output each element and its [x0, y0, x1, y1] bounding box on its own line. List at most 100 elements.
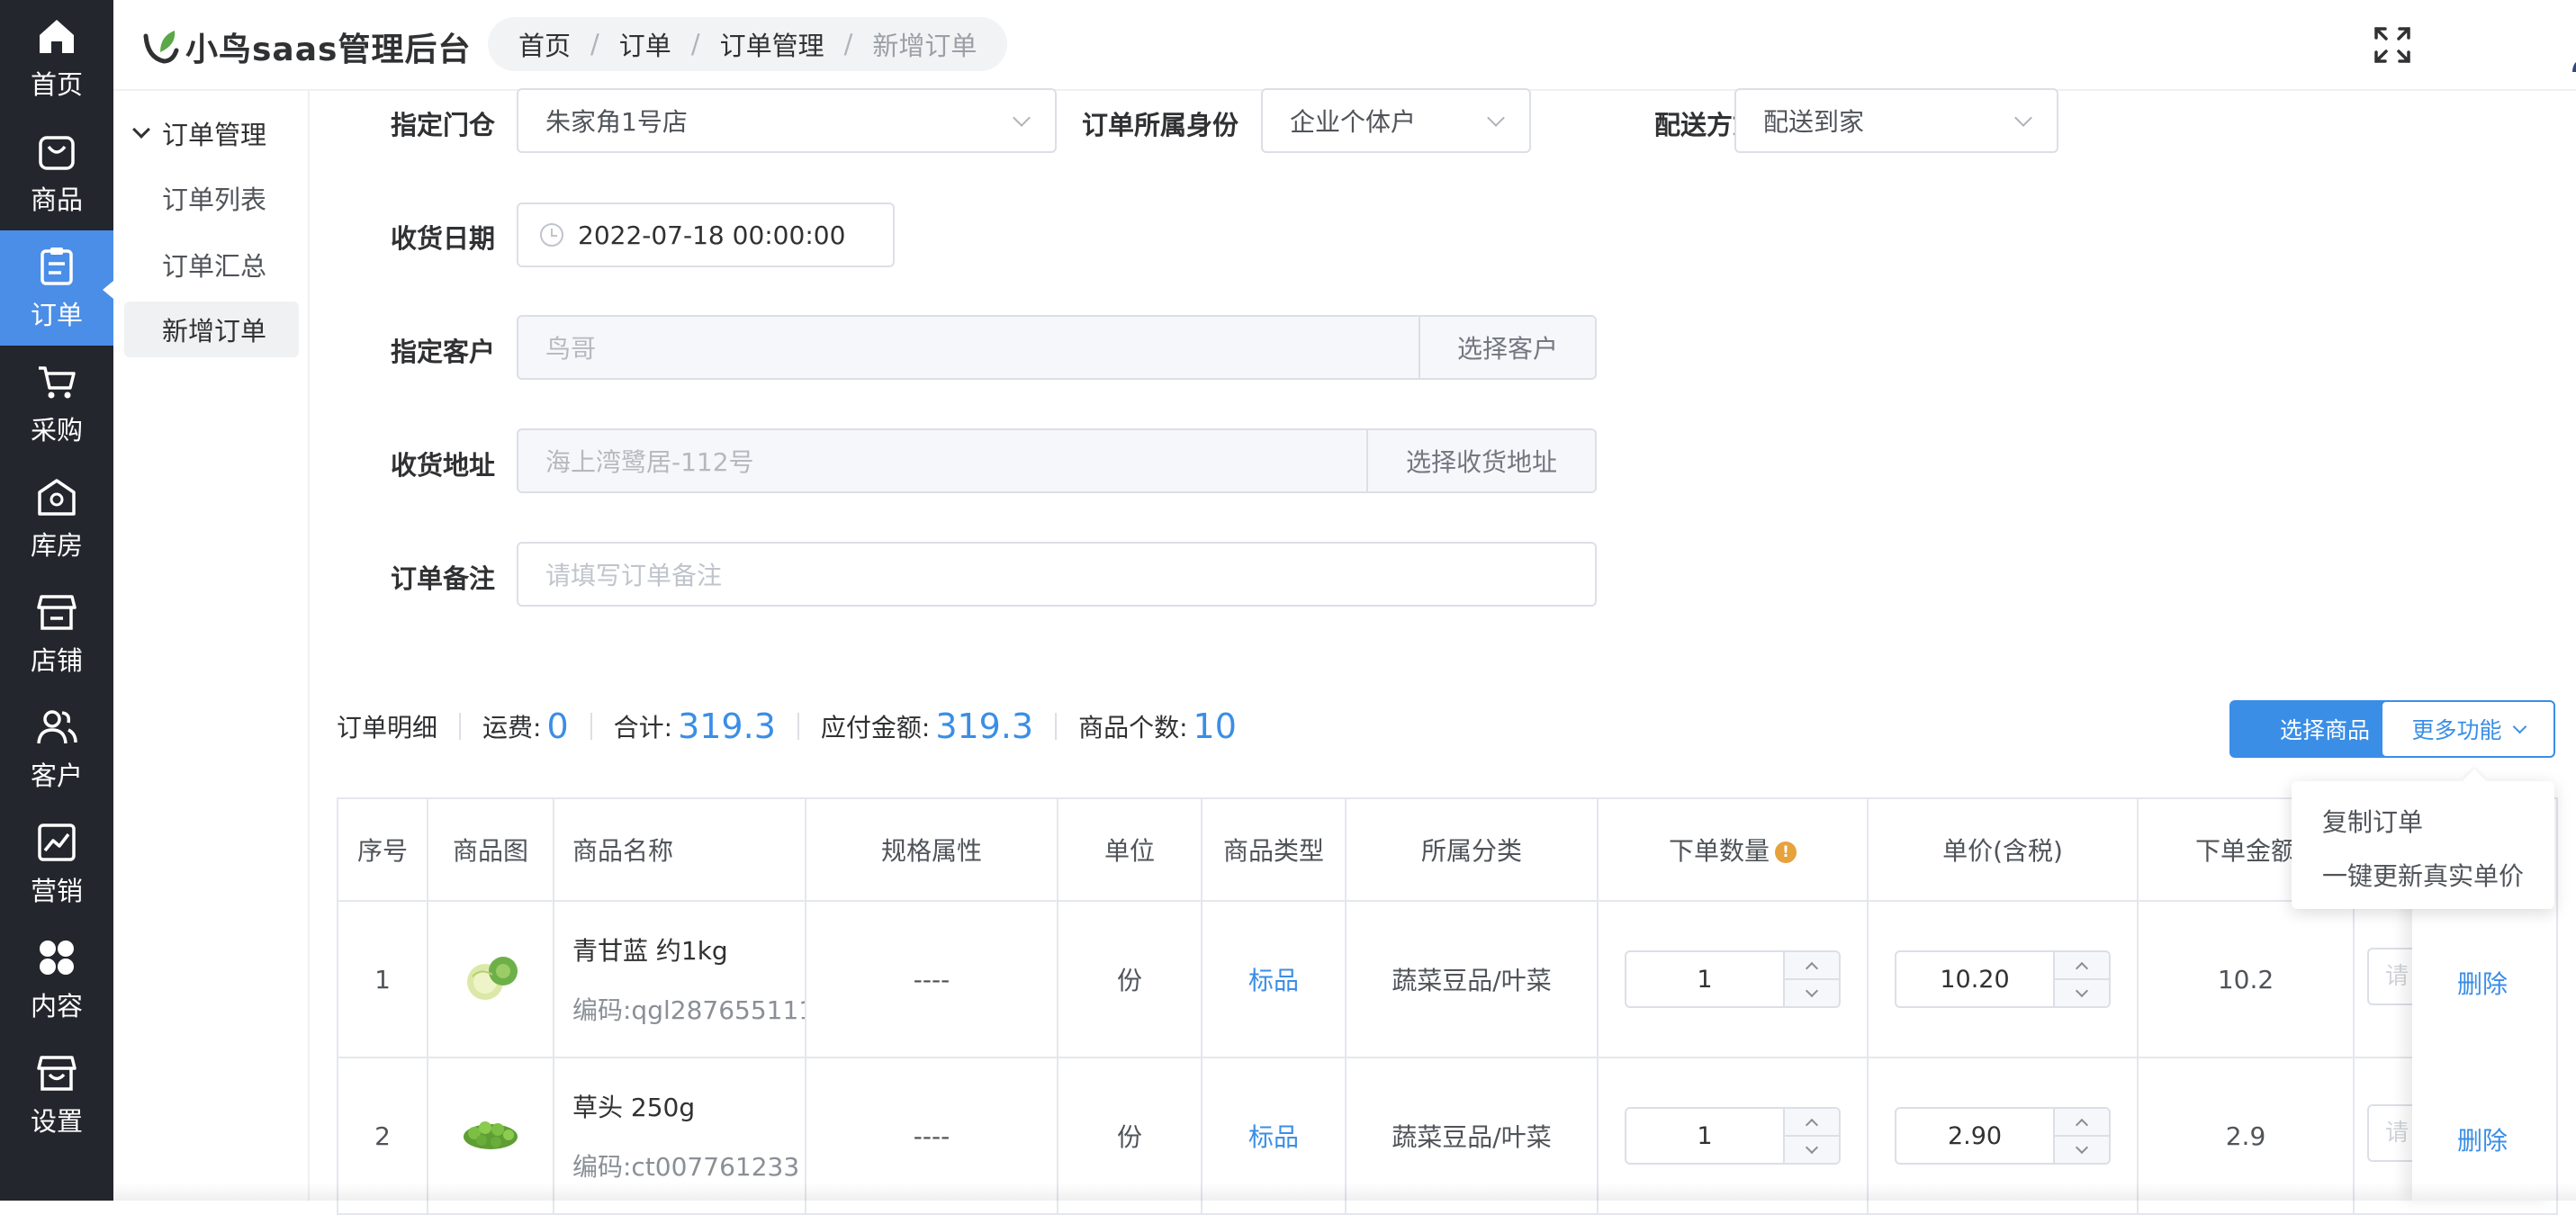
warning-icon[interactable]: !	[1775, 842, 1797, 863]
nav-label: 订单	[30, 300, 83, 330]
increase-button[interactable]	[1785, 952, 1839, 980]
breadcrumb-item[interactable]: 首页	[518, 25, 571, 63]
chevron-up-icon	[2075, 1118, 2089, 1131]
identity-select[interactable]: 企业个体户	[1261, 88, 1531, 153]
left-nav: 首页 商品 订单 采购 库房 店铺 客户 营销 内容 设置	[0, 0, 113, 1201]
warehouse-select[interactable]: 朱家角1号店	[517, 88, 1057, 153]
breadcrumb-item[interactable]: 订单管理	[720, 25, 824, 63]
quantity-value[interactable]: 1	[1626, 1109, 1783, 1163]
price-value[interactable]: 10.20	[1896, 952, 2053, 1006]
decrease-button[interactable]	[2055, 1137, 2109, 1163]
user-avatar[interactable]	[2565, 23, 2576, 74]
count-label: 商品个数:	[1078, 713, 1188, 742]
product-name: 草头 250g	[572, 1093, 696, 1122]
column-header: 商品名称	[553, 797, 806, 902]
price-cell: 10.20	[1867, 900, 2139, 1058]
chevron-up-icon	[2075, 961, 2089, 975]
nav-item-order[interactable]: 订单	[0, 230, 113, 346]
count-value: 10	[1193, 706, 1237, 746]
submenu-title[interactable]: 订单管理	[132, 114, 266, 152]
nav-label: 首页	[30, 69, 83, 100]
row-index: 1	[337, 900, 428, 1058]
nav-item-purchase[interactable]: 采购	[0, 346, 113, 461]
stepper-buttons	[2053, 952, 2109, 1006]
column-header: 序号	[337, 797, 428, 902]
select-customer-button[interactable]: 选择客户	[1419, 317, 1595, 378]
nav-label: 采购	[30, 415, 83, 446]
select-address-button[interactable]: 选择收货地址	[1366, 430, 1595, 491]
submenu-item-new-order[interactable]: 新增订单	[124, 302, 299, 357]
breadcrumb-item[interactable]: 订单	[619, 25, 671, 63]
store-icon	[37, 595, 77, 630]
product-type-link[interactable]: 标品	[1248, 966, 1299, 995]
warehouse-label: 指定门仓	[390, 110, 495, 140]
nav-label: 内容	[30, 991, 83, 1022]
more-functions-label: 更多功能	[2411, 717, 2502, 743]
users-icon	[37, 710, 77, 744]
address-input[interactable]: 海上湾鹭居-112号	[518, 430, 1366, 491]
chevron-down-icon	[2075, 984, 2089, 997]
nav-item-customer[interactable]: 客户	[0, 691, 113, 806]
increase-button[interactable]	[2055, 1109, 2109, 1137]
payable-value: 319.3	[935, 706, 1034, 746]
category-cell: 蔬菜豆品/叶菜	[1345, 900, 1599, 1058]
warehouse-icon	[38, 479, 76, 516]
submenu-item-order-list[interactable]: 订单列表	[124, 170, 299, 226]
price-stepper[interactable]: 2.90	[1895, 1107, 2111, 1165]
quantity-stepper[interactable]: 1	[1625, 1107, 1841, 1165]
product-name-cell: 青甘蓝 约1kg 编码:qgl2876551111	[553, 900, 806, 1058]
nav-item-goods[interactable]: 商品	[0, 115, 113, 230]
price-stepper[interactable]: 10.20	[1895, 950, 2111, 1008]
app-logo[interactable]: 小鸟saas管理后台	[140, 23, 471, 70]
column-header-label: 下单数量	[1668, 836, 1770, 866]
delivery-select[interactable]: 配送到家	[1734, 88, 2058, 153]
nav-item-warehouse[interactable]: 库房	[0, 461, 113, 576]
nav-item-settings[interactable]: 设置	[0, 1037, 113, 1152]
product-type-link[interactable]: 标品	[1248, 1122, 1299, 1152]
nav-item-marketing[interactable]: 营销	[0, 806, 113, 922]
chevron-down-icon	[1805, 1140, 1819, 1154]
chevron-up-icon	[1805, 961, 1819, 975]
submenu-item-order-summary[interactable]: 订单汇总	[124, 237, 299, 292]
apps-icon	[40, 940, 74, 975]
nav-item-store[interactable]: 店铺	[0, 576, 113, 691]
identity-select-value: 企业个体户	[1290, 107, 1417, 137]
remark-label: 订单备注	[390, 563, 495, 594]
payable-label: 应付金额:	[820, 713, 931, 742]
breadcrumb-current: 新增订单	[872, 31, 977, 61]
settings-store-icon	[37, 1056, 77, 1091]
breadcrumb-separator: /	[843, 29, 853, 59]
more-functions-button[interactable]: 更多功能	[2381, 700, 2555, 758]
nav-item-home[interactable]: 首页	[0, 0, 113, 115]
fullscreen-icon[interactable]	[2373, 25, 2412, 65]
chevron-down-icon	[132, 121, 150, 139]
amount-cell: 10.2	[2137, 900, 2355, 1058]
price-value[interactable]: 2.90	[1896, 1109, 2053, 1163]
quantity-stepper[interactable]: 1	[1625, 950, 1841, 1008]
bird-logo-icon	[143, 31, 179, 64]
app-title: 小鸟saas管理后台	[185, 32, 472, 68]
column-header: 所属分类	[1345, 797, 1599, 902]
increase-button[interactable]	[2055, 952, 2109, 980]
order-items-table: 序号 商品图 商品名称 规格属性 单位 商品类型 所属分类 下单数量! 单价(含…	[337, 797, 2558, 1215]
order-detail-title: 订单明细	[337, 713, 438, 742]
delete-link[interactable]: 删除	[2457, 1121, 2508, 1157]
copy-order-menu-item[interactable]: 复制订单	[2292, 794, 2554, 848]
nav-item-content[interactable]: 内容	[0, 922, 113, 1037]
warehouse-select-value: 朱家角1号店	[545, 107, 688, 137]
customer-input[interactable]: 鸟哥	[518, 317, 1419, 378]
decrease-button[interactable]	[2055, 980, 2109, 1006]
increase-button[interactable]	[1785, 1109, 1839, 1137]
quantity-value[interactable]: 1	[1626, 952, 1783, 1006]
delete-link[interactable]: 删除	[2457, 965, 2508, 1001]
remark-input[interactable]: 请填写订单备注	[517, 542, 1597, 607]
nav-label: 库房	[30, 530, 83, 561]
update-real-price-menu-item[interactable]: 一键更新真实单价	[2292, 848, 2554, 902]
nav-label: 店铺	[30, 645, 83, 676]
fixed-action-column: 删除 删除	[2412, 900, 2556, 1201]
decrease-button[interactable]	[1785, 1137, 1839, 1163]
decrease-button[interactable]	[1785, 980, 1839, 1006]
delivery-date-picker[interactable]: 2022-07-18 00:00:00	[517, 202, 895, 267]
home-icon	[40, 20, 74, 53]
clock-icon	[540, 223, 563, 247]
